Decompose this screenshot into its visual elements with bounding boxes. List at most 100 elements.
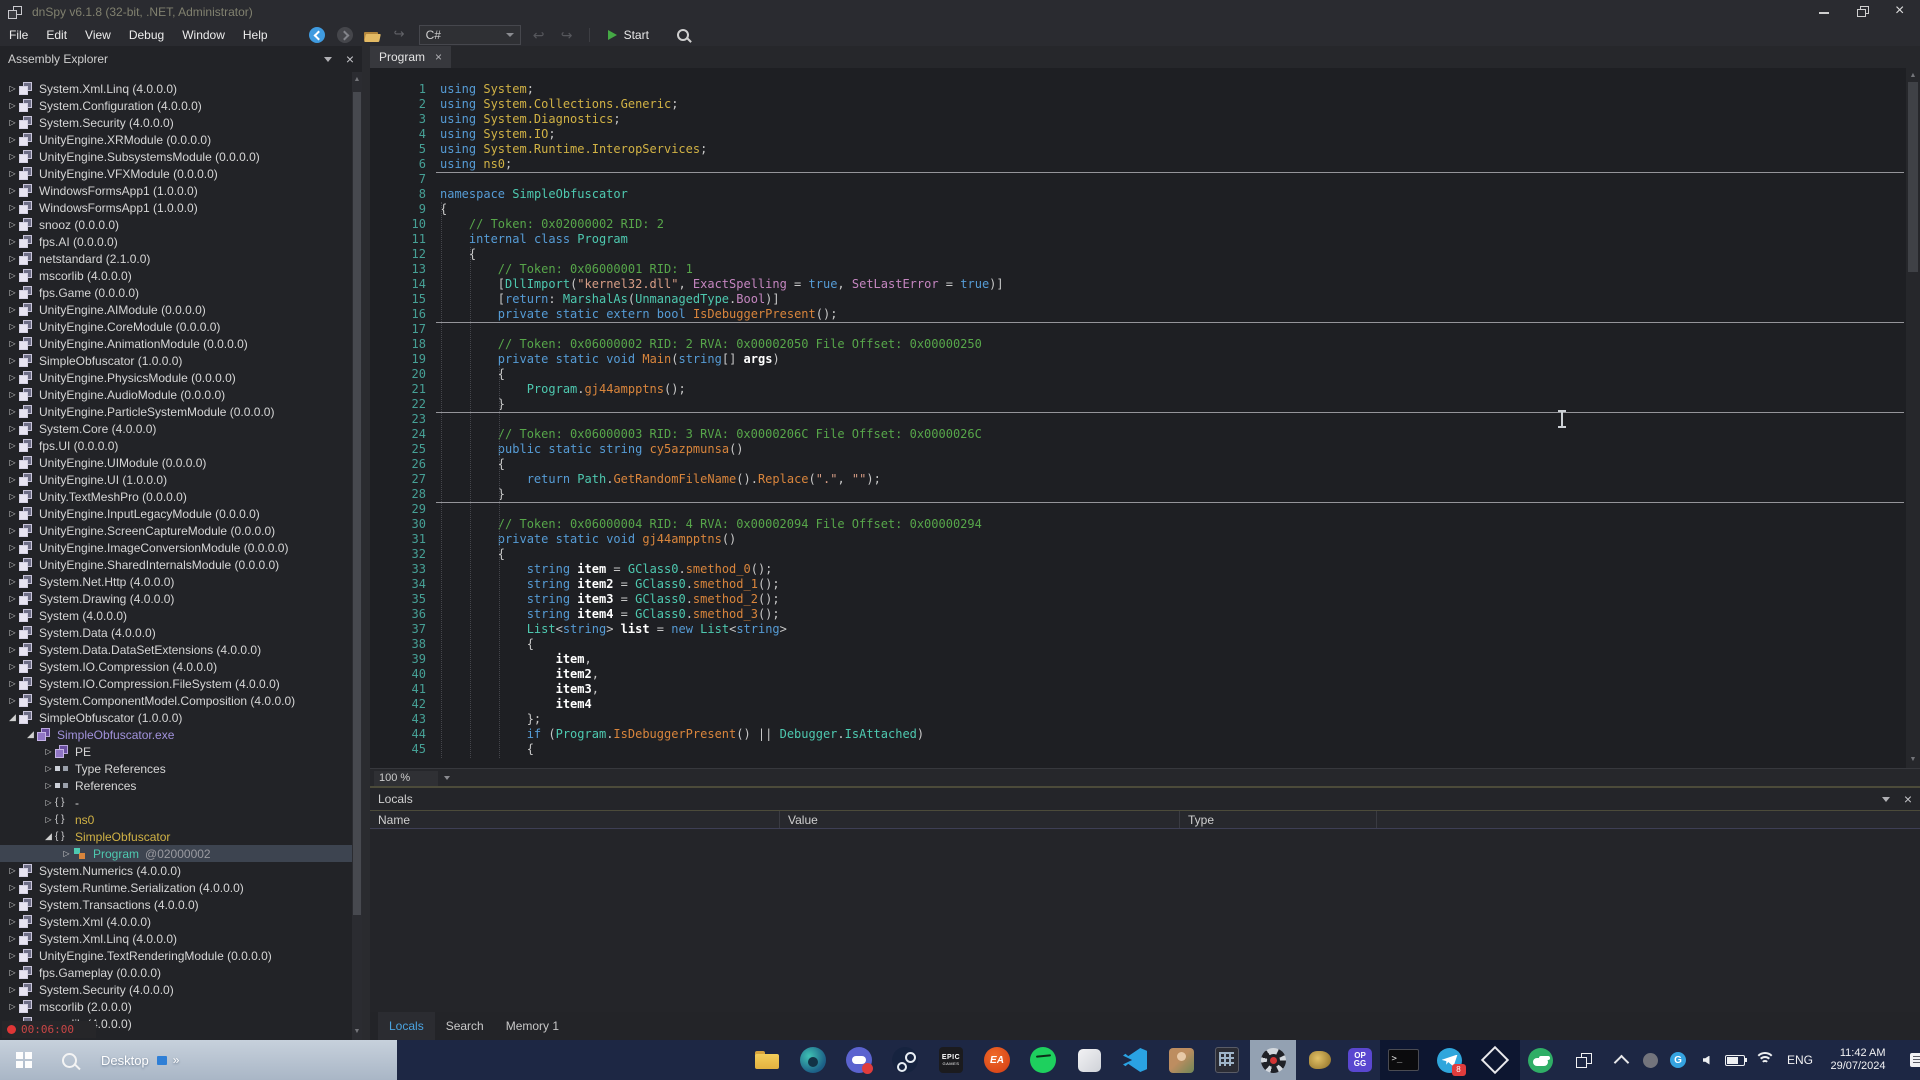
tree-item[interactable]: UnityEngine.SubsystemsModule (0.0.0.0) [0, 148, 352, 165]
tree-item[interactable]: System.Numerics (4.0.0.0) [0, 862, 352, 879]
start-debug-button[interactable]: Start [602, 25, 655, 45]
expand-arrow-icon[interactable] [6, 879, 19, 896]
chevron-down-icon[interactable] [440, 771, 454, 786]
expand-arrow-icon[interactable] [60, 845, 73, 862]
expand-arrow-icon[interactable] [6, 233, 19, 250]
minimize-button-icon[interactable] [1818, 6, 1832, 18]
close-button-icon[interactable] [1894, 6, 1908, 18]
tree-item[interactable]: UnityEngine.UIModule (0.0.0.0) [0, 454, 352, 471]
language-select[interactable]: C# [419, 25, 521, 45]
tree-item[interactable]: SimpleObfuscator (1.0.0.0) [0, 352, 352, 369]
taskbar-app-ea[interactable]: EA [974, 1040, 1020, 1080]
tree-item[interactable]: snooz (0.0.0.0) [0, 216, 352, 233]
tree-item[interactable]: WindowsFormsApp1 (1.0.0.0) [0, 182, 352, 199]
tree-item[interactable]: References [0, 777, 352, 794]
editor-scrollbar[interactable] [1906, 68, 1920, 768]
expand-arrow-icon[interactable] [6, 471, 19, 488]
expand-arrow-icon[interactable] [42, 777, 55, 794]
tray-app-g[interactable]: G [1664, 1040, 1692, 1080]
expand-arrow-icon[interactable] [6, 216, 19, 233]
start-button[interactable] [16, 1052, 32, 1068]
tree-item[interactable]: UnityEngine.ScreenCaptureModule (0.0.0.0… [0, 522, 352, 539]
tree-scrollbar-thumb[interactable] [353, 92, 361, 915]
expand-arrow-icon[interactable] [6, 964, 19, 981]
expand-arrow-icon[interactable] [42, 743, 55, 760]
menu-debug[interactable]: Debug [120, 24, 173, 46]
tree-item[interactable]: UnityEngine.SharedInternalsModule (0.0.0… [0, 556, 352, 573]
tray-clock[interactable]: 11:42 AM 29/07/2024 [1820, 1040, 1896, 1080]
expand-arrow-icon[interactable] [6, 913, 19, 930]
locals-header[interactable]: Locals [370, 788, 1920, 811]
expand-arrow-icon[interactable] [6, 80, 19, 97]
expand-arrow-icon[interactable] [6, 437, 19, 454]
tree-item[interactable]: System.Configuration (4.0.0.0) [0, 97, 352, 114]
menu-view[interactable]: View [76, 24, 120, 46]
tree-item[interactable]: UnityEngine.XRModule (0.0.0.0) [0, 131, 352, 148]
tree-item[interactable]: System.IO.Compression (4.0.0.0) [0, 658, 352, 675]
tree-item[interactable]: UnityEngine.CoreModule (0.0.0.0) [0, 318, 352, 335]
tree-item[interactable]: netstandard (2.1.0.0) [0, 250, 352, 267]
title-bar[interactable]: dnSpy v6.1.8 (32-bit, .NET, Administrato… [0, 0, 1920, 24]
expand-arrow-icon[interactable] [6, 573, 19, 590]
tree-item[interactable]: System.Xml (4.0.0.0) [0, 913, 352, 930]
collapse-arrow-icon[interactable] [24, 726, 37, 743]
tree-item[interactable]: System (4.0.0.0) [0, 607, 352, 624]
scroll-down-icon[interactable] [353, 1028, 361, 1036]
tree-item[interactable]: mscorlib (4.0.0.0) [0, 267, 352, 284]
taskbar-app-terminal[interactable]: >_ [1380, 1040, 1426, 1080]
expand-arrow-icon[interactable] [6, 301, 19, 318]
taskbar-app-recorder-active[interactable] [1250, 1040, 1296, 1080]
expand-arrow-icon[interactable] [6, 199, 19, 216]
taskbar-app-steam[interactable] [882, 1040, 928, 1080]
expand-arrow-icon[interactable] [6, 675, 19, 692]
tree-item-selected[interactable]: Program@02000002 [0, 845, 352, 862]
tree-item[interactable]: fps.Game (0.0.0.0) [0, 284, 352, 301]
scroll-up-icon[interactable] [1909, 72, 1917, 80]
expand-arrow-icon[interactable] [6, 641, 19, 658]
tray-language[interactable]: ENG [1780, 1040, 1820, 1080]
taskbar-app-file-explorer[interactable] [744, 1040, 790, 1080]
menu-window[interactable]: Window [173, 24, 234, 46]
expand-arrow-icon[interactable] [6, 369, 19, 386]
tree-item[interactable]: fps.UI (0.0.0.0) [0, 437, 352, 454]
locals-column-value[interactable]: Value [780, 811, 1180, 828]
expand-arrow-icon[interactable] [6, 590, 19, 607]
code-editor[interactable]: 1using System;2using System.Collections.… [370, 68, 1920, 768]
toolbar-overflow-chevrons[interactable]: » [173, 1053, 180, 1067]
expand-arrow-icon[interactable] [6, 182, 19, 199]
tray-network[interactable] [1750, 1040, 1780, 1080]
tab-close-icon[interactable] [435, 50, 442, 64]
expand-arrow-icon[interactable] [6, 862, 19, 879]
taskbar-app-epic[interactable]: EPICGAMES [928, 1040, 974, 1080]
expand-arrow-icon[interactable] [42, 794, 55, 811]
taskbar-app-dnspy[interactable] [1562, 1040, 1606, 1080]
panel-splitter[interactable] [362, 46, 370, 1040]
expand-arrow-icon[interactable] [6, 335, 19, 352]
expand-arrow-icon[interactable] [6, 114, 19, 131]
taskbar-app-unity[interactable] [1472, 1040, 1518, 1080]
tree-item[interactable]: System.Data.DataSetExtensions (4.0.0.0) [0, 641, 352, 658]
tree-item[interactable]: System.Transactions (4.0.0.0) [0, 896, 352, 913]
tree-item[interactable]: UnityEngine.VFXModule (0.0.0.0) [0, 165, 352, 182]
restore-button-icon[interactable] [1856, 6, 1870, 18]
tree-item[interactable]: UnityEngine.AnimationModule (0.0.0.0) [0, 335, 352, 352]
expand-arrow-icon[interactable] [6, 539, 19, 556]
taskbar-app-spotify[interactable] [1020, 1040, 1066, 1080]
tree-item[interactable]: UnityEngine.ParticleSystemModule (0.0.0.… [0, 403, 352, 420]
panel-close-icon[interactable] [346, 51, 354, 67]
panel-menu-caret-icon[interactable] [324, 57, 332, 62]
collapse-arrow-icon[interactable] [6, 709, 19, 726]
open-file-button[interactable] [363, 25, 383, 45]
expand-arrow-icon[interactable] [6, 505, 19, 522]
tree-item[interactable]: Type References [0, 760, 352, 777]
desktop-folder-icon[interactable] [157, 1056, 167, 1065]
redo-button[interactable] [557, 25, 577, 45]
taskbar-app-mint[interactable] [1518, 1040, 1562, 1080]
expand-arrow-icon[interactable] [6, 284, 19, 301]
tree-item[interactable]: UnityEngine.TextRenderingModule (0.0.0.0… [0, 947, 352, 964]
expand-arrow-icon[interactable] [6, 131, 19, 148]
taskbar-app-discord[interactable] [836, 1040, 882, 1080]
taskbar-app-opgg[interactable]: OPGG [1340, 1040, 1380, 1080]
taskbar-app-game[interactable] [790, 1040, 836, 1080]
tree-item[interactable]: UnityEngine.ImageConversionModule (0.0.0… [0, 539, 352, 556]
